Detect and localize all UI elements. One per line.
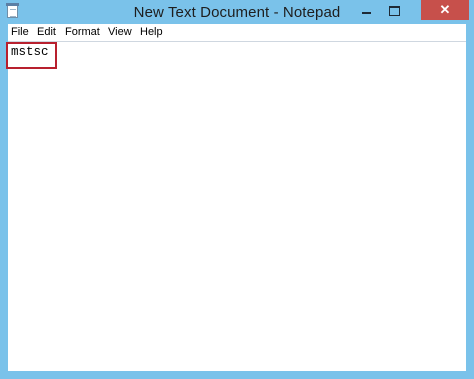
- menu-format[interactable]: Format: [65, 26, 100, 38]
- title-bar[interactable]: New Text Document - Notepad ✕: [0, 0, 474, 24]
- notepad-window: New Text Document - Notepad ✕ File Edit …: [0, 0, 474, 379]
- text-editor-area[interactable]: mstsc: [8, 41, 466, 371]
- menu-file[interactable]: File: [11, 26, 29, 38]
- minimize-button[interactable]: [353, 0, 380, 20]
- highlight-box: [6, 42, 57, 69]
- maximize-icon: [388, 5, 400, 16]
- window-bottom-frame: [0, 371, 474, 379]
- close-icon: ✕: [439, 2, 451, 17]
- menu-help[interactable]: Help: [140, 26, 163, 38]
- menu-view[interactable]: View: [108, 26, 132, 38]
- menu-edit[interactable]: Edit: [37, 26, 56, 38]
- minimize-icon: [362, 11, 371, 14]
- close-button[interactable]: ✕: [421, 0, 469, 20]
- maximize-button[interactable]: [381, 0, 407, 20]
- menu-bar: File Edit Format View Help: [8, 24, 466, 41]
